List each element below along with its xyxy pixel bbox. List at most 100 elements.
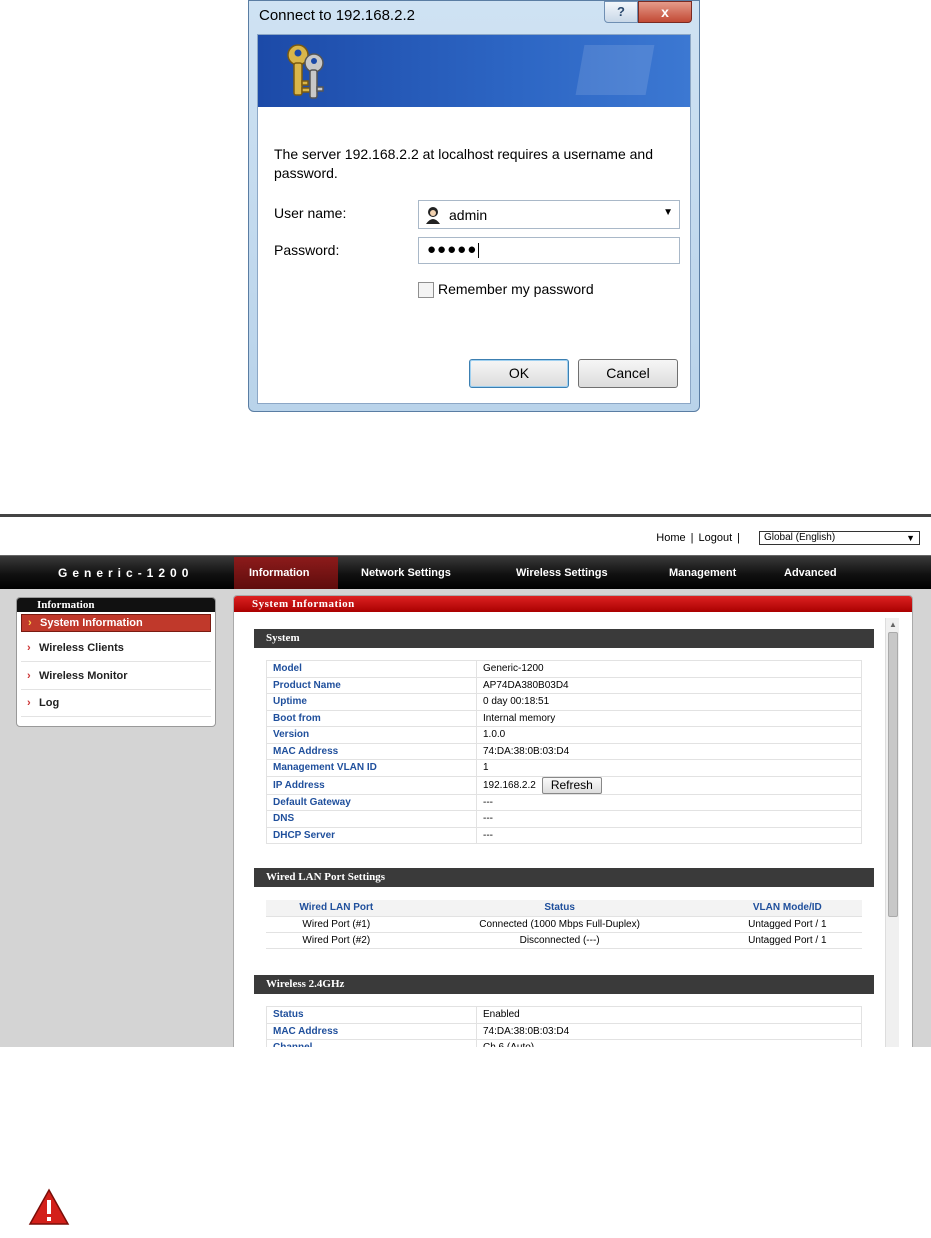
scrollbar-thumb[interactable] <box>888 632 898 917</box>
row-value: Enabled <box>476 1006 862 1024</box>
table-row: Product Name AP74DA380B03D4 <box>266 676 862 694</box>
router-admin-page: Home | Logout | Global (English) ▼ Generic-… <box>0 514 931 1047</box>
section-wired-lan-header: Wired LAN Port Settings <box>254 868 874 887</box>
password-label: Password: <box>274 242 340 258</box>
dialog-message: The server 192.168.2.2 at localhost requ… <box>274 146 654 181</box>
home-link[interactable]: Home <box>656 532 685 544</box>
row-label: Channel <box>266 1039 477 1047</box>
row-value: --- <box>476 810 862 828</box>
ok-button[interactable]: OK <box>469 359 569 388</box>
column-header: VLAN Mode/ID <box>712 900 862 917</box>
password-mask: ●●●●● <box>427 241 478 258</box>
text-caret <box>478 242 480 258</box>
remember-password-checkbox[interactable] <box>418 282 434 298</box>
help-button[interactable]: ? <box>604 1 638 23</box>
link-separator: | <box>737 532 740 544</box>
dialog-body: The server 192.168.2.2 at localhost requ… <box>257 34 691 404</box>
login-dialog: Connect to 192.168.2.2 ? x The server 19… <box>248 0 700 412</box>
row-value-text: 1 <box>483 762 489 774</box>
row-value: 1 <box>476 759 862 777</box>
chevron-down-icon[interactable]: ▼ <box>663 207 673 218</box>
row-value-text: Generic-1200 <box>483 663 544 675</box>
tab-management[interactable]: Management <box>669 567 736 579</box>
tab-wireless-settings[interactable]: Wireless Settings <box>516 567 608 579</box>
system-info-table: Model Generic-1200 Product Name AP74DA380B0… <box>266 660 862 844</box>
column-header: Status <box>406 900 713 917</box>
row-value-text: AP74DA380B03D4 <box>483 679 569 691</box>
top-links: Home | Logout | <box>656 532 745 544</box>
table-cell: Untagged Port / 1 <box>712 932 862 949</box>
table-row: Default Gateway --- <box>266 793 862 811</box>
brand-logo: Generic-1200 <box>58 566 194 580</box>
sidebar: Information System Information Wireless … <box>16 597 216 727</box>
main-nav: Generic-1200 Information Network Setting… <box>0 555 931 590</box>
table-row: Channel Ch 6 (Auto) <box>266 1039 862 1047</box>
row-value-text: 0 day 00:18:51 <box>483 696 550 708</box>
table-row: Model Generic-1200 <box>266 660 862 678</box>
table-row: MAC Address 74:DA:38:0B:03:D4 <box>266 742 862 760</box>
user-icon <box>426 207 440 224</box>
sidebar-item-wireless-monitor[interactable]: Wireless Monitor <box>21 664 211 690</box>
close-button[interactable]: x <box>638 1 692 23</box>
row-label: MAC Address <box>266 1022 477 1040</box>
tab-network-settings[interactable]: Network Settings <box>361 567 451 579</box>
table-row: Uptime 0 day 00:18:51 <box>266 693 862 711</box>
remember-password-label[interactable]: Remember my password <box>438 281 594 297</box>
row-value-text: --- <box>483 796 493 808</box>
row-value-text: Internal memory <box>483 712 556 724</box>
content-area: Information System Information Wireless … <box>0 589 931 1047</box>
password-input[interactable]: ●●●●● <box>418 237 680 264</box>
sidebar-item-log[interactable]: Log <box>21 691 211 717</box>
row-label: Status <box>266 1006 477 1024</box>
section-system-header: System <box>254 629 874 648</box>
row-value-text: Ch 6 (Auto) <box>483 1042 534 1047</box>
row-value-text: 1.0.0 <box>483 729 506 741</box>
table-row: DHCP Server --- <box>266 826 862 844</box>
sidebar-item-system-information[interactable]: System Information <box>21 614 211 632</box>
table-row: MAC Address 74:DA:38:0B:03:D4 <box>266 1022 862 1040</box>
table-row: IP Address 192.168.2.2 Refresh <box>266 775 862 795</box>
row-value: 74:DA:38:0B:03:D4 <box>476 742 862 760</box>
row-label: MAC Address <box>266 742 477 760</box>
username-value: admin <box>449 207 488 223</box>
logout-link[interactable]: Logout <box>698 532 732 544</box>
tab-advanced[interactable]: Advanced <box>784 567 837 579</box>
table-cell: Disconnected (---) <box>406 932 713 949</box>
row-label: IP Address <box>266 775 477 795</box>
top-bar: Home | Logout | Global (English) ▼ <box>0 517 931 555</box>
row-value: 1.0.0 <box>476 726 862 744</box>
row-value-text: 74:DA:38:0B:03:D4 <box>483 1025 570 1037</box>
row-value: Generic-1200 <box>476 660 862 678</box>
row-label: Boot from <box>266 709 477 727</box>
sidebar-item-wireless-clients[interactable]: Wireless Clients <box>21 636 211 662</box>
table-cell: Wired Port (#1) <box>266 916 407 933</box>
wired-lan-table: Wired LAN Port Status VLAN Mode/ID Wired… <box>266 900 862 949</box>
table-cell: Untagged Port / 1 <box>712 916 862 933</box>
table-cell: Connected (1000 Mbps Full-Duplex) <box>406 916 713 933</box>
row-label: DHCP Server <box>266 826 477 844</box>
cancel-button[interactable]: Cancel <box>578 359 678 388</box>
link-separator: | <box>690 532 694 544</box>
language-select[interactable]: Global (English) ▼ <box>759 531 920 545</box>
table-row: Wired Port (#2) Disconnected (---) Untag… <box>266 932 862 949</box>
table-row: Wired Port (#1) Connected (1000 Mbps Ful… <box>266 916 862 933</box>
row-label: DNS <box>266 810 477 828</box>
row-value: --- <box>476 826 862 844</box>
table-row: Boot from Internal memory <box>266 709 862 727</box>
username-combobox[interactable]: admin ▼ <box>418 200 680 229</box>
table-row: DNS --- <box>266 810 862 828</box>
refresh-button[interactable]: Refresh <box>541 776 602 794</box>
row-value: Internal memory <box>476 709 862 727</box>
table-row: Status Enabled <box>266 1006 862 1024</box>
dialog-banner <box>258 35 690 107</box>
scrollbar[interactable]: ▲ <box>885 618 899 1047</box>
row-label: Uptime <box>266 693 477 711</box>
section-wireless-header: Wireless 2.4GHz <box>254 975 874 994</box>
scroll-up-icon[interactable]: ▲ <box>889 620 897 629</box>
keys-icon <box>287 44 324 99</box>
wireless-info-table: Status Enabled MAC Address 74:DA:38:0B:03:D… <box>266 1006 862 1047</box>
row-value-text: 74:DA:38:0B:03:D4 <box>483 745 570 757</box>
row-value: 0 day 00:18:51 <box>476 693 862 711</box>
row-value-text: --- <box>483 813 493 825</box>
tab-information[interactable]: Information <box>249 567 310 579</box>
